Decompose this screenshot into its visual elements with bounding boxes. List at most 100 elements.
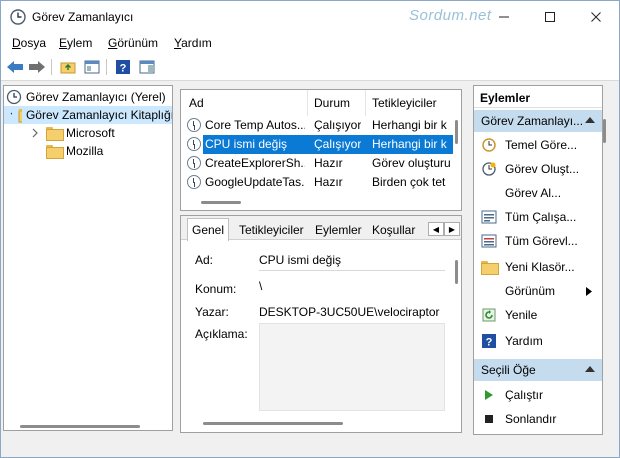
forward-arrow-icon — [29, 61, 45, 73]
tree-item-root[interactable]: Görev Zamanlayıcı (Yerel) — [6, 88, 166, 106]
help-icon: ? — [116, 60, 130, 75]
action-end[interactable]: Sonlandır — [474, 407, 602, 431]
svg-text:?: ? — [486, 337, 493, 349]
actions-pane-title: Eylemler — [474, 86, 602, 108]
tab-scroll-right-button[interactable]: ▶ — [444, 222, 460, 236]
action-pane-icon — [139, 60, 155, 74]
action-create-task[interactable]: Görev Oluşt... — [474, 157, 602, 181]
divider — [474, 107, 602, 108]
column-header-status[interactable]: Durum — [308, 90, 366, 116]
show-hide-tree-button[interactable] — [83, 58, 101, 76]
action-view[interactable]: Görünüm — [474, 279, 602, 303]
tree-item-library[interactable]: Görev Zamanlayıcı Kitaplığı — [4, 106, 172, 124]
menu-yardim[interactable]: Yardım — [174, 36, 212, 50]
play-icon — [481, 387, 497, 403]
new-folder-icon — [481, 259, 499, 275]
library-folder-icon — [18, 109, 22, 123]
svg-text:?: ? — [120, 63, 127, 75]
triangle-right-icon: ▶ — [448, 224, 456, 234]
menu-gorunum[interactable]: Görünüm — [108, 36, 158, 50]
submenu-arrow-icon — [586, 287, 592, 296]
column-header-name[interactable]: Ad — [181, 90, 308, 116]
table-row[interactable]: GoogleUpdateTas... Hazır Birden çok tet — [181, 173, 453, 192]
action-create-basic-task[interactable]: Temel Göre... — [474, 133, 602, 157]
triangle-left-icon: ◀ — [432, 224, 440, 234]
tab-kosullar[interactable]: Koşullar — [368, 220, 419, 240]
table-row[interactable]: CreateExplorerSh... Hazır Görev oluşturu — [181, 154, 453, 173]
section-header-selected-item[interactable]: Seçili Öğe — [474, 359, 602, 381]
minimize-icon — [499, 16, 509, 18]
description-label: Açıklama: — [195, 327, 248, 341]
table-row-selected[interactable]: CPU ismi değiş Çalışıyor Herhangi bir k — [181, 135, 453, 154]
horizontal-scrollbar-thumb[interactable] — [20, 425, 140, 428]
console-tree-icon — [84, 60, 100, 74]
actions-pane: Eylemler Görev Zamanlayı... Temel Göre..… — [473, 85, 603, 435]
tree-item-mozilla[interactable]: Mozilla — [46, 142, 103, 160]
tab-tetikleyiciler[interactable]: Tetikleyiciler — [235, 220, 308, 240]
up-folder-button[interactable] — [59, 58, 77, 76]
chevron-down-icon[interactable] — [10, 110, 13, 120]
action-display-running-tasks[interactable]: Tüm Çalışa... — [474, 205, 602, 229]
toolbar-separator — [106, 59, 107, 75]
watermark-text: Sordum.net — [409, 7, 492, 24]
location-value: \ — [259, 279, 263, 293]
details-tab-bar: Genel Tetikleyiciler Eylemler Koşullar ◀… — [181, 216, 461, 241]
horizontal-scrollbar-thumb[interactable] — [203, 422, 343, 425]
task-clock-icon — [187, 118, 201, 132]
menu-bar: Dosya Eylem Görünüm Yardım — [1, 33, 619, 53]
action-import-task[interactable]: Görev Al... — [474, 181, 602, 205]
horizontal-scrollbar-thumb[interactable] — [201, 201, 241, 204]
minimize-button[interactable] — [481, 1, 527, 33]
clock-app-icon — [10, 9, 26, 25]
create-task-icon — [481, 161, 497, 177]
task-history-icon — [481, 233, 497, 249]
action-new-folder[interactable]: Yeni Klasör... — [474, 255, 602, 279]
tree-item-microsoft[interactable]: Microsoft — [30, 124, 115, 142]
description-field[interactable] — [259, 323, 445, 411]
toolbar: ? — [1, 53, 619, 81]
tab-genel[interactable]: Genel — [187, 218, 230, 241]
task-clock-icon — [187, 175, 201, 189]
forward-button[interactable] — [28, 58, 46, 76]
menu-dosya[interactable]: Dosya — [12, 36, 46, 50]
vertical-scrollbar-thumb[interactable] — [455, 120, 458, 144]
close-button[interactable] — [573, 1, 619, 33]
help-icon: ? — [481, 333, 497, 349]
author-label: Yazar: — [195, 305, 229, 319]
refresh-icon — [481, 307, 497, 323]
tab-eylemler[interactable]: Eylemler — [311, 220, 366, 240]
tab-scroll-left-button[interactable]: ◀ — [428, 222, 444, 236]
name-label: Ad: — [195, 253, 214, 267]
task-clock-icon — [187, 156, 201, 170]
title-bar: Görev Zamanlayıcı Sordum.net — [1, 1, 619, 33]
action-run[interactable]: Çalıştır — [474, 383, 602, 407]
table-row[interactable]: Core Temp Autos... Çalışıyor Herhangi bi… — [181, 116, 453, 135]
action-help[interactable]: ? Yardım — [474, 329, 602, 353]
author-value: DESKTOP-3UC50UE\velociraptor — [259, 305, 440, 319]
folder-icon — [46, 145, 64, 159]
collapse-up-icon — [585, 366, 595, 372]
chevron-right-icon[interactable] — [30, 128, 40, 138]
close-icon — [591, 12, 601, 22]
menu-eylem[interactable]: Eylem — [59, 36, 92, 50]
basic-task-icon — [481, 137, 497, 153]
window-title: Görev Zamanlayıcı — [32, 10, 134, 24]
name-value: CPU ismi değiş — [259, 253, 342, 267]
action-refresh[interactable]: Yenile — [474, 303, 602, 327]
task-details-pane: Genel Tetikleyiciler Eylemler Koşullar ◀… — [180, 215, 462, 433]
show-action-pane-button[interactable] — [138, 58, 156, 76]
section-header-task-scheduler[interactable]: Görev Zamanlayı... — [474, 110, 602, 132]
vertical-scrollbar-thumb[interactable] — [455, 260, 458, 284]
task-clock-icon — [187, 137, 201, 151]
maximize-button[interactable] — [527, 1, 573, 33]
console-tree-pane: Görev Zamanlayıcı (Yerel) Görev Zamanlay… — [3, 85, 173, 431]
help-button[interactable]: ? — [114, 58, 132, 76]
back-arrow-icon — [7, 61, 23, 73]
column-header-triggers[interactable]: Tetikleyiciler — [366, 90, 456, 116]
task-list-pane: Ad Durum Tetikleyiciler Core Temp Autos.… — [180, 89, 462, 211]
back-button[interactable] — [6, 58, 24, 76]
actions-pane-scrollbar-thumb[interactable] — [603, 119, 606, 143]
toolbar-separator — [51, 59, 52, 75]
action-enable-history[interactable]: Tüm Görevl... — [474, 229, 602, 253]
clock-icon — [6, 89, 22, 105]
